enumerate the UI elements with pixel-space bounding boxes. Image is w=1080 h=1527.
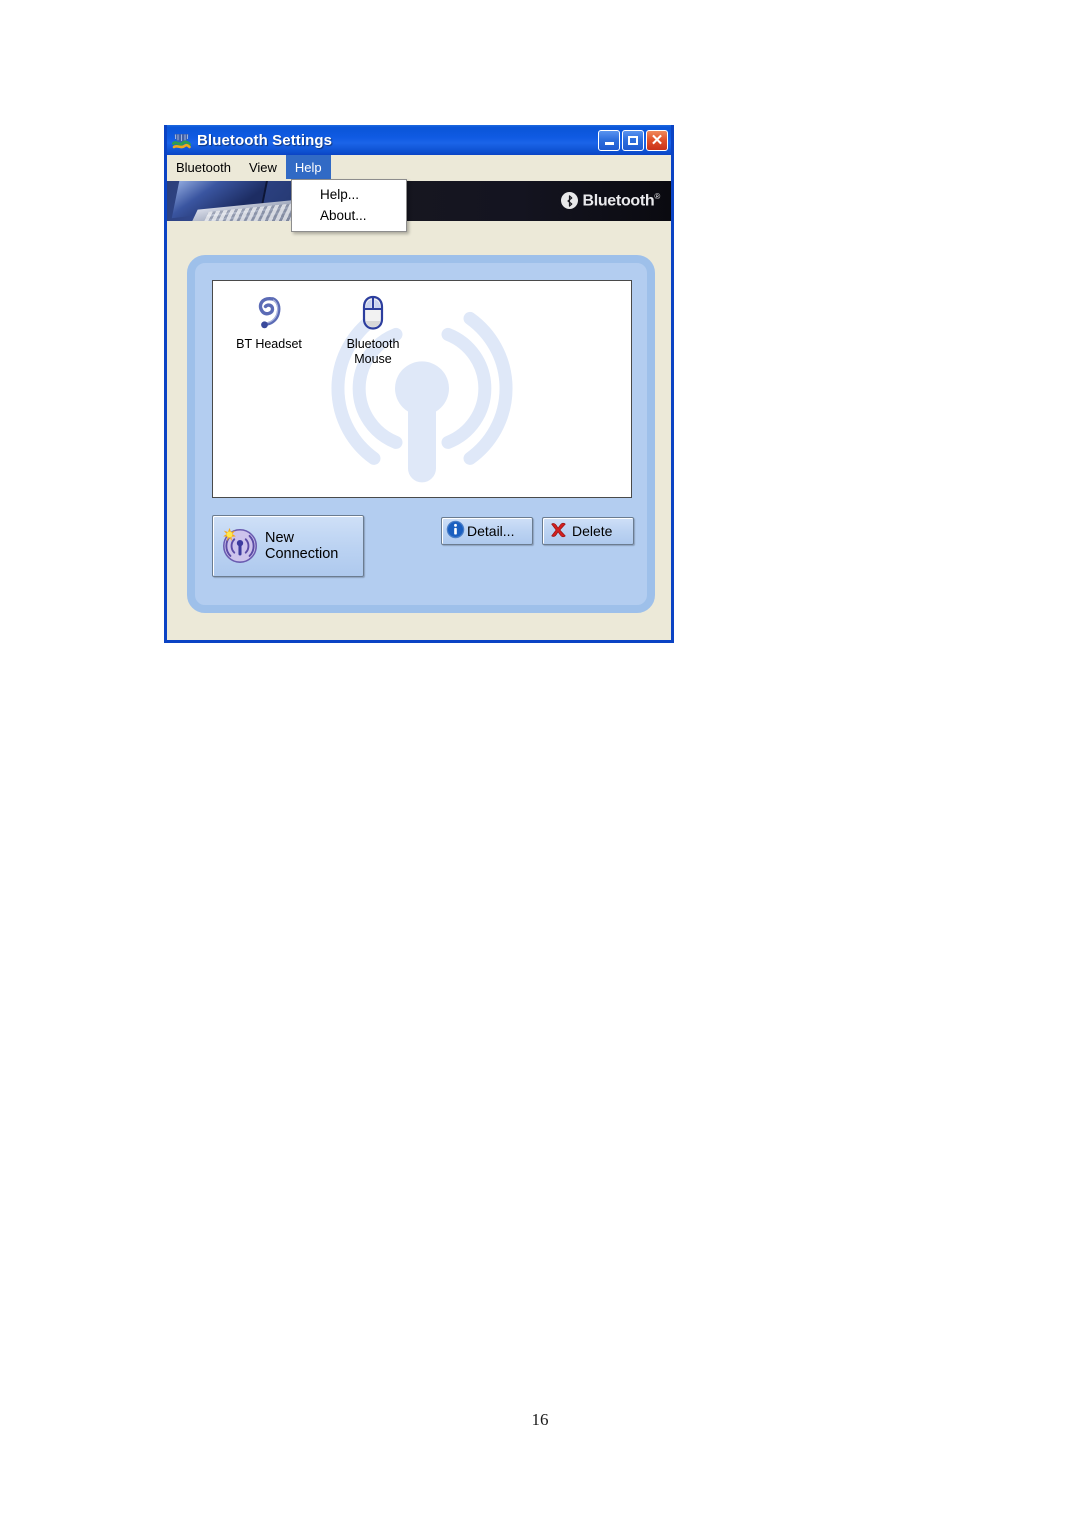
- maximize-icon: [628, 135, 638, 145]
- bluetooth-wordmark-text: Bluetooth: [582, 192, 655, 210]
- device-label: Bluetooth Mouse: [347, 337, 400, 367]
- device-item-bluetooth-mouse[interactable]: Bluetooth Mouse: [325, 291, 421, 367]
- device-label-line2: Mouse: [354, 351, 392, 366]
- bluetooth-banner: Bluetooth®: [167, 181, 671, 221]
- device-label: BT Headset: [236, 337, 302, 351]
- menu-bar: Bluetooth View Help: [167, 155, 671, 179]
- menu-item-help[interactable]: Help: [285, 155, 331, 179]
- close-button[interactable]: ✕: [646, 129, 668, 151]
- window-title: Bluetooth Settings: [197, 131, 333, 149]
- menu-item-view[interactable]: View: [240, 155, 286, 179]
- headset-icon: [247, 291, 291, 335]
- content-panel: BT Headset Bluetooth Mouse New Connectio…: [187, 255, 655, 613]
- bluetooth-wordmark: Bluetooth®: [582, 192, 660, 210]
- registered-mark: ®: [654, 191, 660, 201]
- red-x-icon: [548, 520, 568, 543]
- new-connection-antenna-icon: [219, 524, 261, 569]
- window-controls: ✕: [598, 129, 668, 151]
- help-dropdown-menu: Help... About...: [291, 179, 407, 232]
- new-connection-label: New Connection: [265, 530, 338, 562]
- new-connection-button[interactable]: New Connection: [212, 515, 364, 577]
- detail-button[interactable]: Detail...: [441, 517, 533, 545]
- detail-button-label: Detail...: [467, 523, 515, 539]
- bluetooth-app-icon: [172, 131, 191, 150]
- device-label-line1: Bluetooth: [346, 337, 400, 351]
- bluetooth-rune-icon: [561, 192, 579, 210]
- new-connection-label-line2: Connection: [265, 546, 339, 562]
- close-icon: ✕: [650, 131, 664, 149]
- device-item-bt-headset[interactable]: BT Headset: [221, 291, 317, 367]
- bluetooth-logo: Bluetooth®: [561, 192, 660, 210]
- minimize-button[interactable]: [598, 129, 620, 151]
- device-icon-grid: BT Headset Bluetooth Mouse: [213, 281, 421, 367]
- menu-item-bluetooth[interactable]: Bluetooth: [167, 155, 240, 179]
- new-connection-label-line1: New: [265, 529, 295, 546]
- menu-option-about[interactable]: About...: [292, 205, 406, 226]
- laptop-photo: [167, 181, 307, 221]
- minimize-icon: [604, 142, 614, 145]
- action-button-row: New Connection Detail... Delete: [212, 513, 634, 583]
- info-icon: [446, 520, 465, 542]
- page-number: 16: [531, 1410, 549, 1429]
- bluetooth-settings-window: Bluetooth Settings ✕ Bluetooth View Help: [164, 125, 674, 643]
- maximize-button[interactable]: [622, 129, 644, 151]
- title-bar: Bluetooth Settings ✕: [167, 125, 671, 155]
- device-list[interactable]: BT Headset Bluetooth Mouse: [212, 280, 632, 498]
- menu-option-help[interactable]: Help...: [292, 184, 406, 205]
- delete-button-label: Delete: [572, 523, 613, 539]
- delete-button[interactable]: Delete: [542, 517, 634, 545]
- mouse-icon: [351, 291, 395, 335]
